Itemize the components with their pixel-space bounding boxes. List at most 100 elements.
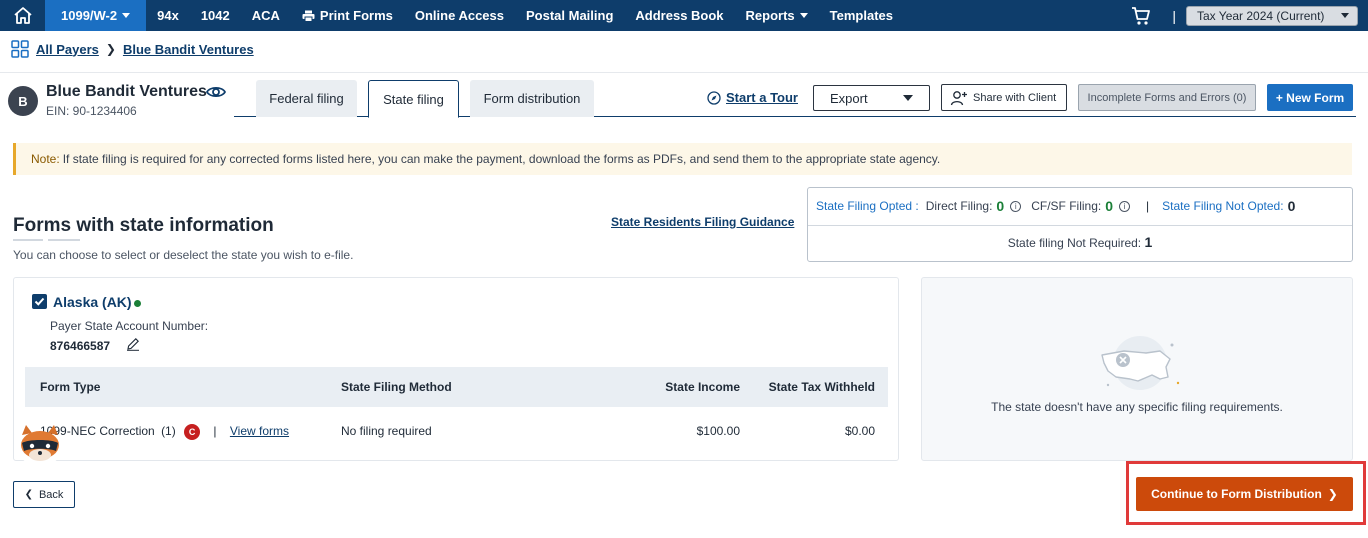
raccoon-mascot-icon[interactable] [14, 421, 66, 469]
row-separator: | [213, 424, 217, 439]
nav-94x[interactable]: 94x [146, 0, 190, 31]
eye-icon[interactable] [206, 83, 226, 101]
state-filing-not-opted-count: 0 [1287, 198, 1296, 214]
title-underline [13, 239, 43, 241]
form-type-cell: 1099-NEC Correction (1) C | View forms [40, 424, 289, 440]
back-label: Back [38, 488, 64, 501]
section-subtitle: You can choose to select or deselect the… [13, 248, 354, 262]
nav-1099-w2-label: 1099/W-2 [61, 8, 118, 23]
account-number-label: Payer State Account Number: [50, 319, 209, 333]
chevron-down-icon [903, 95, 913, 101]
stats-separator: | [1146, 199, 1150, 213]
empty-state-text: The state doesn't have any specific fili… [991, 400, 1283, 414]
export-label: Export [830, 90, 868, 106]
col-state-income: State Income [665, 380, 740, 394]
view-forms-link[interactable]: View forms [230, 424, 289, 438]
nav-templates[interactable]: Templates [819, 0, 904, 31]
payer-name: Blue Bandit Ventures [46, 83, 207, 100]
usa-map-icon [1101, 336, 1180, 390]
col-form-type: Form Type [40, 380, 101, 394]
state-filing-stats: State Filing Opted : Direct Filing: 0 i … [807, 187, 1353, 262]
payer-ein: EIN: 90-1234406 [46, 104, 137, 118]
status-dot [134, 300, 141, 307]
share-label: Share with Client [973, 91, 1057, 104]
direct-filing-count: 0 [996, 198, 1005, 214]
nav-aca[interactable]: ACA [241, 0, 291, 31]
breadcrumb-all-payers[interactable]: All Payers [36, 42, 99, 57]
table-row: 1099-NEC Correction (1) C | View forms N… [25, 417, 888, 447]
section-title: Forms with state information [13, 215, 274, 236]
start-tour-link[interactable]: Start a Tour [707, 90, 798, 105]
chevron-down-icon [799, 13, 808, 18]
correction-badge: C [184, 424, 201, 440]
tab-form-distribution[interactable]: Form distribution [470, 80, 594, 117]
nav-postal-mailing[interactable]: Postal Mailing [515, 0, 624, 31]
nav-1042[interactable]: 1042 [190, 0, 241, 31]
nav-online-access[interactable]: Online Access [404, 0, 515, 31]
incomplete-forms-button[interactable]: Incomplete Forms and Errors (0) [1078, 84, 1256, 111]
title-underline [48, 239, 80, 241]
header-divider [0, 72, 1368, 73]
direct-filing-label: Direct Filing: [925, 199, 993, 213]
nav-address-book[interactable]: Address Book [624, 0, 734, 31]
home-button[interactable] [0, 0, 45, 31]
nav-print-forms-label: Print Forms [319, 8, 393, 23]
nav-separator: | [1172, 7, 1176, 24]
check-icon [34, 297, 45, 306]
state-income-cell: $100.00 [696, 424, 740, 438]
tab-federal-filing[interactable]: Federal filing [256, 80, 357, 117]
filing-method-cell: No filing required [341, 424, 432, 438]
printer-icon [302, 10, 315, 22]
nav-right-group: | Tax Year 2024 (Current) [1130, 0, 1358, 31]
col-filing-method: State Filing Method [341, 380, 452, 394]
home-icon [13, 7, 32, 24]
nav-1099-w2[interactable]: 1099/W-2 [45, 0, 147, 31]
state-filing-opted-label: State Filing Opted : [816, 199, 919, 213]
start-tour-label: Start a Tour [726, 90, 798, 105]
not-required-label: State filing Not Required: [1007, 236, 1142, 250]
chevron-down-icon [1341, 13, 1349, 18]
state-requirements-panel: The state doesn't have any specific fili… [921, 277, 1353, 461]
new-form-button[interactable]: + New Form [1267, 84, 1353, 111]
cfsf-filing-count: 0 [1105, 198, 1114, 214]
account-number-value: 876466587 [50, 339, 111, 353]
form-count: (1) [161, 424, 176, 439]
grid-icon[interactable] [11, 40, 29, 58]
state-residents-guidance-link[interactable]: State Residents Filing Guidance [611, 215, 794, 229]
chevron-left-icon: ❮ [24, 489, 33, 500]
col-state-tax-withheld: State Tax Withheld [768, 380, 875, 394]
nav-reports[interactable]: Reports [735, 0, 819, 31]
stats-divider [808, 225, 1352, 226]
add-user-icon [950, 90, 967, 105]
export-dropdown[interactable]: Export [813, 85, 930, 111]
note-banner: Note: If state filing is required for an… [13, 143, 1352, 175]
tab-state-filing[interactable]: State filing [368, 80, 459, 118]
continue-to-form-distribution-button[interactable]: Continue to Form Distribution ❯ [1136, 477, 1353, 511]
top-navigation: 1099/W-2 94x 1042 ACA Print Forms Online… [0, 0, 1368, 31]
cart-icon[interactable] [1130, 5, 1152, 27]
back-button[interactable]: ❮ Back [13, 481, 75, 508]
nav-print-forms[interactable]: Print Forms [291, 0, 404, 31]
nav-reports-label: Reports [745, 8, 795, 23]
continue-label: Continue to Form Distribution [1151, 487, 1322, 501]
note-label: Note: [31, 152, 60, 166]
breadcrumb-current-payer[interactable]: Blue Bandit Ventures [123, 42, 254, 57]
share-with-client-button[interactable]: Share with Client [941, 84, 1067, 111]
stats-not-required-row: State filing Not Required: 1 [808, 234, 1352, 250]
info-icon[interactable]: i [1010, 200, 1022, 212]
breadcrumb: All Payers ❯ Blue Bandit Ventures [11, 40, 254, 58]
state-card-alaska: Alaska (AK) Payer State Account Number: … [13, 277, 899, 461]
state-filing-not-opted-label: State Filing Not Opted: [1162, 199, 1284, 213]
edit-icon[interactable] [126, 337, 140, 351]
tax-year-select[interactable]: Tax Year 2024 (Current) [1186, 5, 1358, 26]
stats-opted-row: State Filing Opted : Direct Filing: 0 i … [816, 198, 1295, 214]
chevron-down-icon [122, 13, 131, 18]
state-name: Alaska (AK) [53, 294, 132, 310]
info-icon[interactable]: i [1119, 200, 1131, 212]
compass-icon [707, 90, 721, 105]
state-tax-withheld-cell: $0.00 [844, 424, 875, 438]
cfsf-filing-label: CF/SF Filing: [1031, 199, 1102, 213]
not-required-count: 1 [1144, 234, 1153, 250]
state-checkbox[interactable] [32, 294, 47, 309]
note-text: If state filing is required for any corr… [62, 152, 941, 166]
